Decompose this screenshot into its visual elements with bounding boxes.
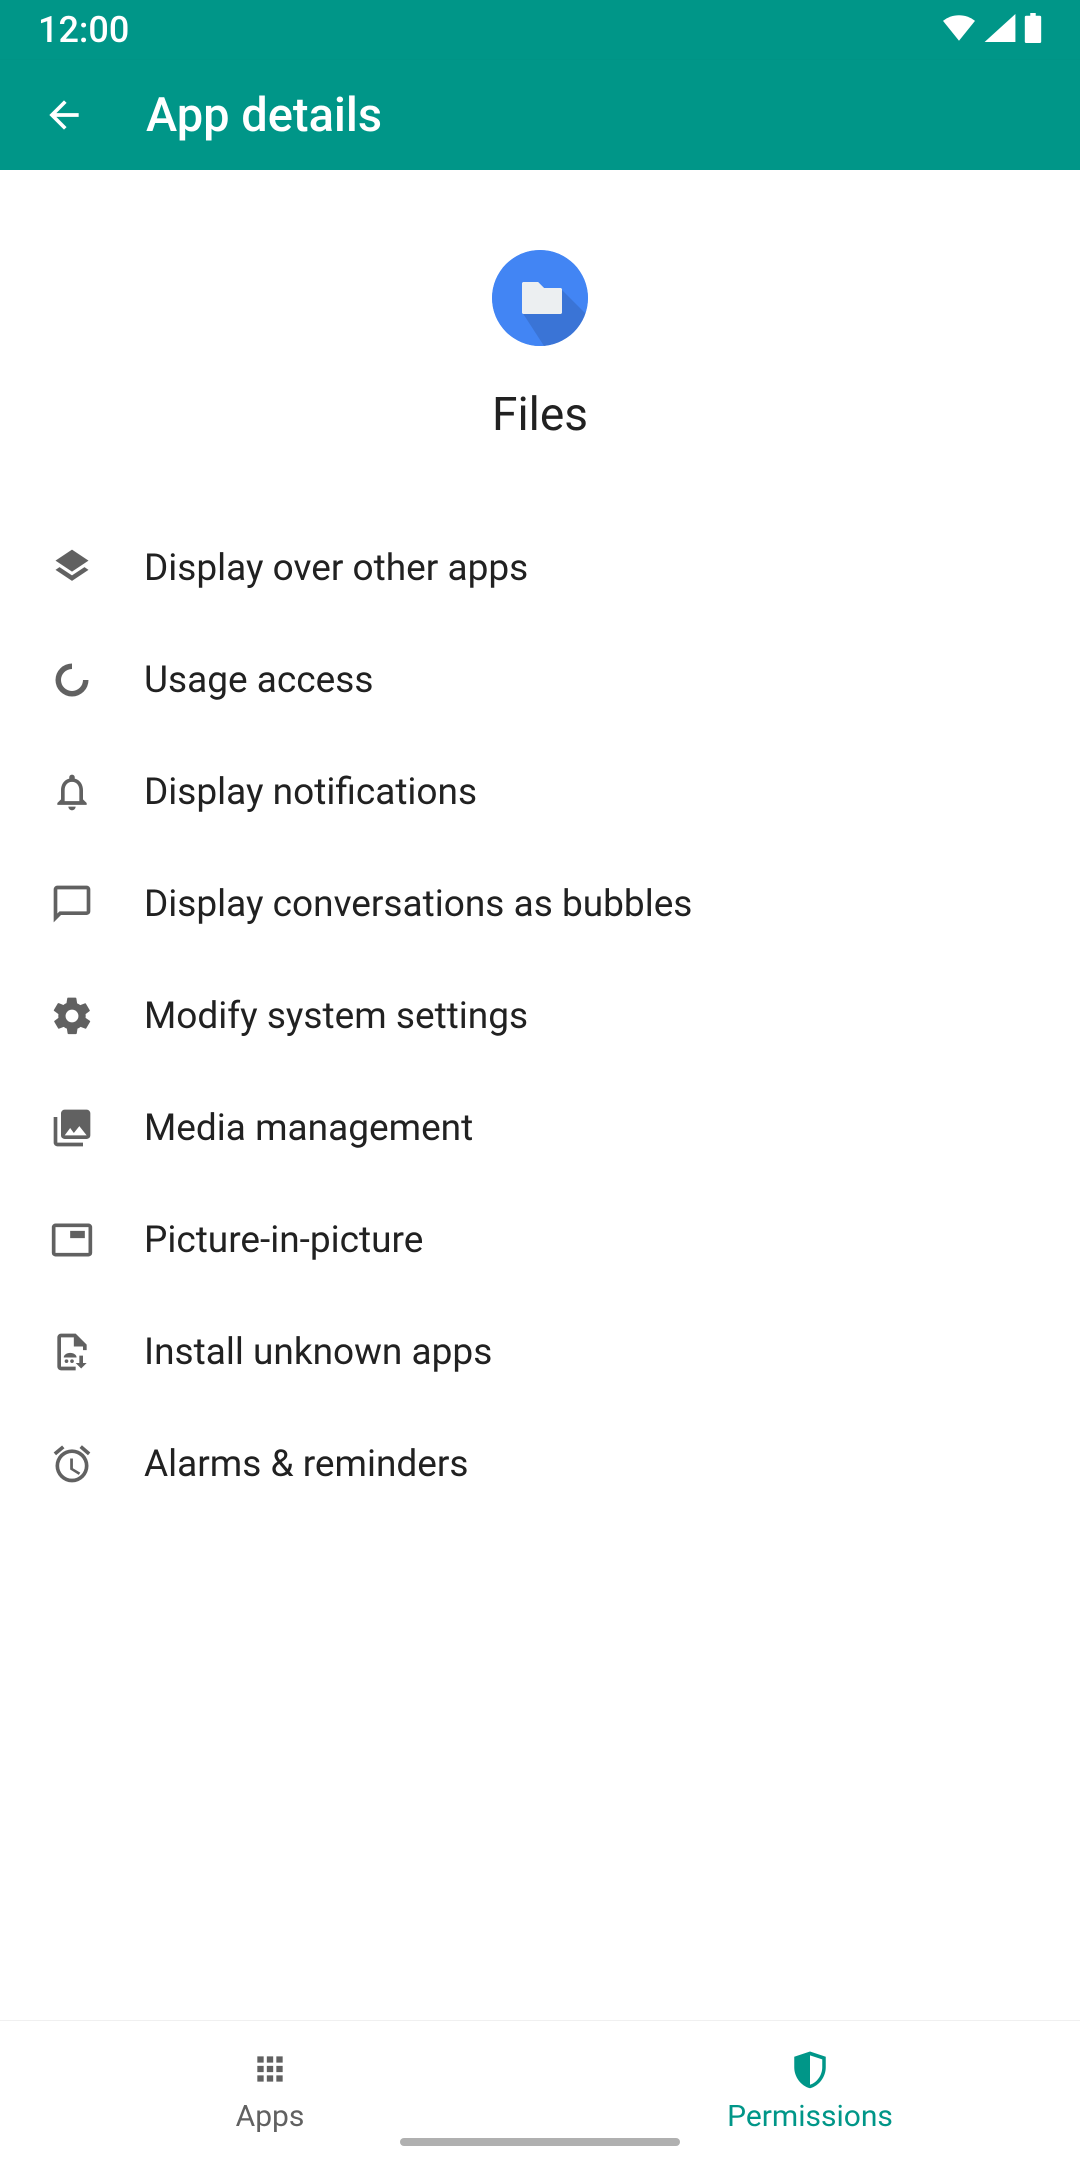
wifi-icon: [942, 14, 976, 46]
gesture-handle[interactable]: [400, 2138, 680, 2146]
perm-label: Modify system settings: [144, 995, 528, 1038]
apps-grid-icon: [248, 2047, 292, 2091]
layers-icon: [50, 546, 94, 590]
folder-icon: [492, 250, 588, 346]
alarm-icon: [50, 1442, 94, 1486]
perm-label: Usage access: [144, 659, 373, 702]
perm-display-bubbles[interactable]: Display conversations as bubbles: [0, 848, 1080, 960]
perm-label: Picture-in-picture: [144, 1219, 423, 1262]
app-header: Files: [0, 170, 1080, 492]
perm-label: Alarms & reminders: [144, 1443, 469, 1486]
perm-alarms-reminders[interactable]: Alarms & reminders: [0, 1408, 1080, 1520]
perm-label: Display over other apps: [144, 547, 528, 590]
perm-label: Media management: [144, 1107, 473, 1150]
status-time: 12:00: [38, 9, 129, 51]
perm-media-management[interactable]: Media management: [0, 1072, 1080, 1184]
nav-label: Permissions: [727, 2099, 893, 2134]
battery-icon: [1024, 13, 1042, 47]
chat-icon: [50, 882, 94, 926]
perm-label: Display conversations as bubbles: [144, 883, 692, 926]
status-bar: 12:00: [0, 0, 1080, 60]
app-name: Files: [492, 388, 588, 442]
perm-usage-access[interactable]: Usage access: [0, 624, 1080, 736]
cellular-icon: [984, 14, 1016, 46]
gear-icon: [50, 994, 94, 1038]
perm-picture-in-picture[interactable]: Picture-in-picture: [0, 1184, 1080, 1296]
page-title: App details: [146, 88, 382, 143]
nav-label: Apps: [236, 2099, 305, 2134]
perm-modify-system-settings[interactable]: Modify system settings: [0, 960, 1080, 1072]
perm-label: Install unknown apps: [144, 1331, 492, 1374]
pip-icon: [50, 1218, 94, 1262]
arrow-back-icon: [42, 93, 86, 137]
permission-list: Display over other apps Usage access Dis…: [0, 492, 1080, 1520]
perm-display-over-apps[interactable]: Display over other apps: [0, 512, 1080, 624]
status-icons: [942, 13, 1042, 47]
usage-icon: [50, 658, 94, 702]
app-icon: [492, 250, 588, 346]
perm-install-unknown-apps[interactable]: Install unknown apps: [0, 1296, 1080, 1408]
media-icon: [50, 1106, 94, 1150]
install-icon: [50, 1330, 94, 1374]
shield-icon: [788, 2047, 832, 2091]
bell-icon: [50, 770, 94, 814]
perm-display-notifications[interactable]: Display notifications: [0, 736, 1080, 848]
perm-label: Display notifications: [144, 771, 477, 814]
back-button[interactable]: [22, 73, 106, 157]
main-content: Files Display over other apps Usage acce…: [0, 170, 1080, 2020]
app-bar: App details: [0, 60, 1080, 170]
